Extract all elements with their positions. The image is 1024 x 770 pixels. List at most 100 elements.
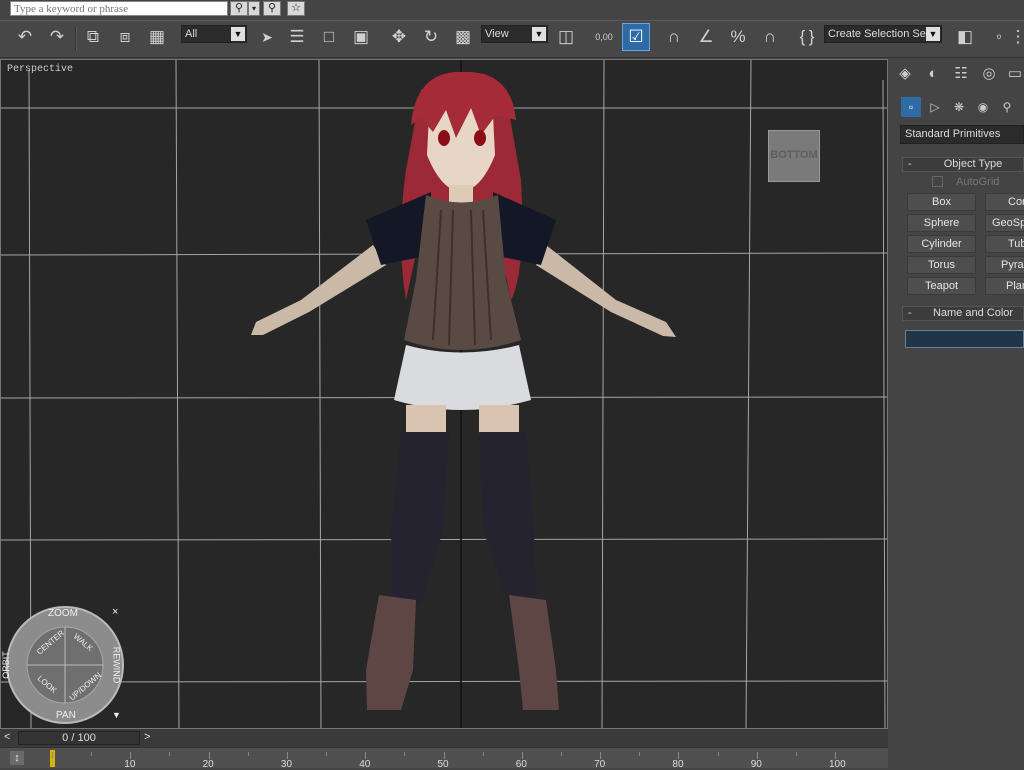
- geometry-type-dropdown[interactable]: Standard Primitives: [900, 125, 1024, 144]
- link-icon[interactable]: ⧉: [80, 24, 106, 50]
- edit-named-selection-icon[interactable]: { }: [794, 24, 820, 50]
- snaps-toggle-icon[interactable]: ∩: [661, 24, 687, 50]
- track-tick-label: 10: [124, 759, 136, 770]
- geometry-category-icon[interactable]: ▫: [901, 97, 921, 117]
- teapot-button[interactable]: Teapot: [907, 277, 976, 295]
- wheel-pan[interactable]: PAN: [56, 710, 76, 721]
- viewcube[interactable]: BOTTOM: [768, 130, 820, 182]
- track-tick: [678, 752, 680, 759]
- name-and-color-title: Name and Color: [932, 307, 1014, 319]
- align-icon[interactable]: ◦: [986, 24, 1012, 50]
- track-tick: [835, 752, 836, 759]
- spinner-snap-toggle-icon[interactable]: ∩: [757, 24, 783, 50]
- character-model[interactable]: [251, 71, 676, 710]
- track-tick-label: 70: [594, 759, 606, 770]
- spinner-snap-label: 0,00: [595, 32, 613, 42]
- cylinder-button[interactable]: Cylinder: [907, 235, 976, 253]
- mirror-icon[interactable]: ◧: [952, 24, 978, 50]
- favorites-star-icon[interactable]: ☆: [287, 1, 305, 16]
- search-input[interactable]: [10, 1, 228, 16]
- toolbar-separator: [75, 26, 77, 50]
- reference-coordinate-dropdown[interactable]: View ▼: [481, 25, 548, 43]
- rotate-icon[interactable]: ↻: [418, 24, 444, 50]
- viewcube-face-label: BOTTOM: [770, 149, 818, 161]
- shapes-category-icon[interactable]: ▷: [925, 97, 945, 117]
- cameras-category-icon[interactable]: ◉: [973, 97, 993, 117]
- toolbar-more-icon[interactable]: ⋮: [1010, 24, 1024, 50]
- chevron-down-icon[interactable]: ▼: [112, 710, 121, 720]
- named-selection-sets-dropdown[interactable]: Create Selection Set ▼: [824, 25, 942, 43]
- select-object-icon[interactable]: ➤: [254, 24, 280, 50]
- geosphere-button[interactable]: GeoSphere: [985, 214, 1024, 232]
- track-tick: [169, 752, 171, 756]
- lights-category-icon[interactable]: ❋: [949, 97, 969, 117]
- wheel-orbit[interactable]: ORBIT: [1, 651, 11, 679]
- geometry-type-value: Standard Primitives: [905, 128, 1001, 140]
- spinner-snap-icon[interactable]: 0,00: [591, 24, 617, 50]
- pivot-center-icon[interactable]: ◫: [553, 24, 579, 50]
- box-button[interactable]: Box: [907, 193, 976, 211]
- modify-tab-icon[interactable]: ◐: [922, 63, 944, 85]
- steering-wheel[interactable]: ZOOM PAN ORBIT REWIND CENTER WALK LOOK U…: [1, 604, 126, 726]
- time-next-button[interactable]: >: [144, 731, 150, 743]
- reference-coordinate-value: View: [485, 28, 509, 40]
- chevron-down-icon: ▼: [231, 27, 245, 41]
- search-dropdown-arrow-icon[interactable]: ▾: [248, 1, 260, 16]
- track-tick: [639, 752, 641, 756]
- toggle-selection-lock-icon[interactable]: ☑: [622, 23, 650, 51]
- track-tick: [91, 752, 93, 756]
- pyramid-button[interactable]: Pyramid: [985, 256, 1024, 274]
- bind-to-space-warp-icon[interactable]: ▦: [144, 24, 170, 50]
- rectangular-selection-icon[interactable]: □: [316, 24, 342, 50]
- track-tick-label: 100: [829, 759, 846, 770]
- autogrid-checkbox[interactable]: [932, 176, 943, 187]
- collapse-icon: -: [908, 307, 912, 319]
- track-tick-label: 60: [515, 759, 527, 770]
- track-bar[interactable]: ↕ 10 20 30 40 50 60 70 80 90 100: [0, 747, 888, 770]
- close-icon[interactable]: ×: [112, 606, 118, 618]
- track-tick-label: 20: [202, 759, 214, 770]
- perspective-viewport[interactable]: Perspective BOTTOM: [0, 59, 888, 729]
- track-tick: [443, 752, 445, 759]
- object-type-rollout-header[interactable]: - Object Type: [902, 157, 1024, 172]
- track-tick: [52, 752, 53, 759]
- sphere-button[interactable]: Sphere: [907, 214, 976, 232]
- move-icon[interactable]: ✥: [386, 24, 412, 50]
- chevron-down-icon: ▼: [926, 27, 940, 41]
- motion-tab-icon[interactable]: ◎: [978, 63, 1000, 85]
- select-by-name-icon[interactable]: ☰: [284, 24, 310, 50]
- track-tick: [326, 752, 328, 756]
- display-tab-icon[interactable]: ▭: [1004, 63, 1024, 85]
- create-tab-icon[interactable]: ◈: [894, 63, 916, 85]
- track-tick: [717, 752, 719, 756]
- communication-center-icon[interactable]: ⚲: [263, 1, 281, 16]
- search-icon[interactable]: ⚲: [230, 1, 248, 16]
- plane-button[interactable]: Plane: [985, 277, 1024, 295]
- cone-button[interactable]: Cone: [985, 193, 1024, 211]
- tube-button[interactable]: Tube: [985, 235, 1024, 253]
- scale-icon[interactable]: ▩: [450, 24, 476, 50]
- steering-wheel-graphic: [6, 606, 124, 724]
- percent-snap-icon[interactable]: %: [725, 24, 751, 50]
- time-prev-button[interactable]: <: [4, 731, 10, 743]
- track-tick: [404, 752, 406, 756]
- selection-filter-dropdown[interactable]: All ▼: [181, 25, 247, 43]
- undo-icon[interactable]: ↶: [12, 24, 38, 50]
- track-tick: [247, 752, 249, 756]
- mini-curve-editor-icon[interactable]: ↕: [10, 751, 24, 765]
- selection-filter-value: All: [185, 28, 198, 40]
- wheel-rewind[interactable]: REWIND: [111, 647, 121, 684]
- wheel-zoom[interactable]: ZOOM: [48, 608, 78, 619]
- unlink-icon[interactable]: ⧈: [112, 24, 138, 50]
- hierarchy-tab-icon[interactable]: ☷: [950, 63, 972, 85]
- time-slider-handle[interactable]: 0 / 100: [18, 731, 140, 745]
- helpers-category-icon[interactable]: ⚲: [997, 97, 1017, 117]
- torus-button[interactable]: Torus: [907, 256, 976, 274]
- object-type-title: Object Type: [943, 158, 1003, 170]
- track-tick: [795, 752, 797, 756]
- window-crossing-icon[interactable]: ▣: [348, 24, 374, 50]
- angle-snap-icon[interactable]: ∠: [693, 24, 719, 50]
- object-name-field[interactable]: [905, 330, 1024, 348]
- redo-icon[interactable]: ↷: [44, 24, 70, 50]
- name-and-color-rollout-header[interactable]: - Name and Color: [902, 306, 1024, 321]
